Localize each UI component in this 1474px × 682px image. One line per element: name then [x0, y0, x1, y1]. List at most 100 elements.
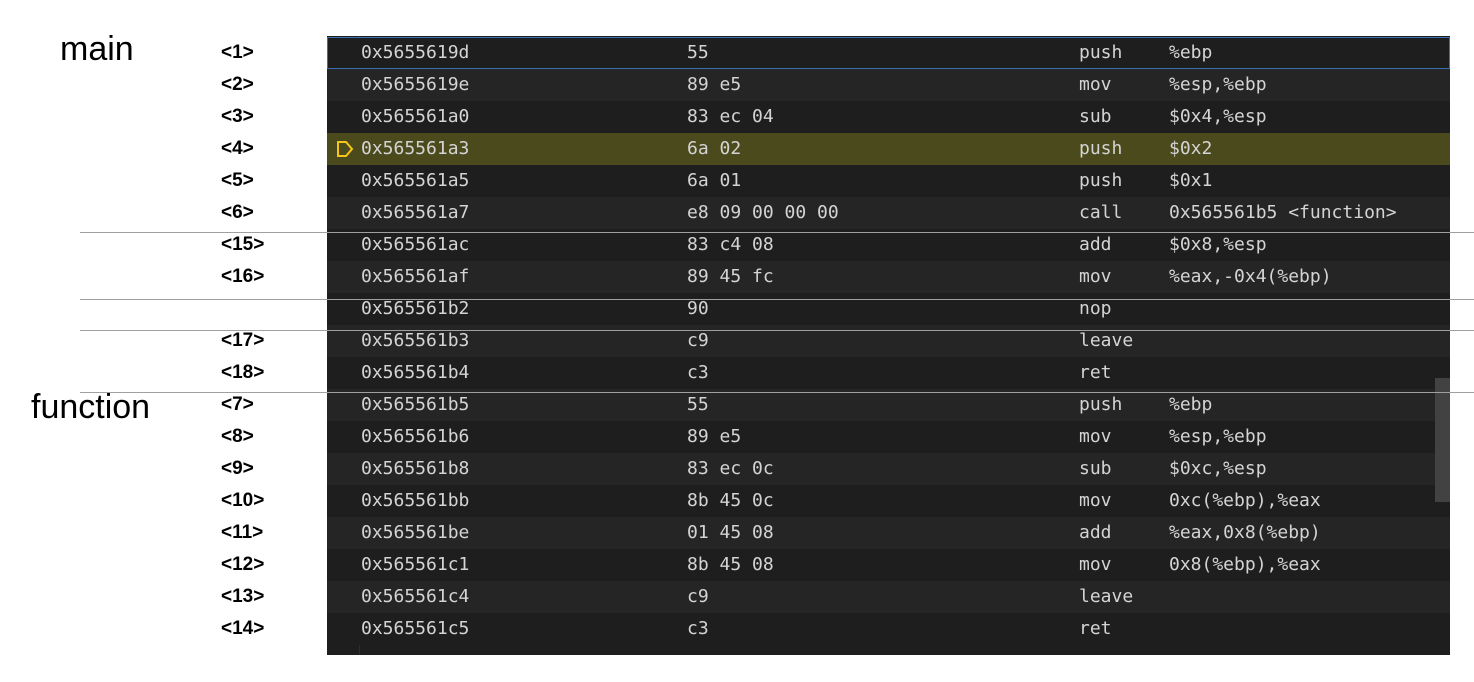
step-label: <7>	[221, 394, 254, 415]
disasm-row[interactable]: 0x565561af 89 45 fc mov %eax,-0x4(%ebp)	[327, 261, 1450, 293]
disasm-row[interactable]: 0x565561ac 83 c4 08 add $0x8,%esp	[327, 229, 1450, 261]
breakpoint-gutter[interactable]	[327, 69, 359, 101]
disasm-row[interactable]: 0x565561a5 6a 01 push $0x1	[327, 165, 1450, 197]
address-cell: 0x565561a7	[361, 202, 470, 223]
bytes-cell: c9	[687, 586, 709, 607]
opcode-cell: sub	[1079, 106, 1112, 127]
disasm-row-current[interactable]: 0x565561a3 6a 02 push $0x2	[327, 133, 1450, 165]
opcode-cell: call	[1079, 202, 1123, 223]
breakpoint-gutter[interactable]	[327, 453, 359, 485]
bytes-cell: 89 45 fc	[687, 266, 774, 287]
breakpoint-gutter[interactable]	[327, 133, 359, 165]
step-label: <12>	[221, 554, 265, 575]
bytes-cell: 8b 45 08	[687, 554, 774, 575]
group-separator	[80, 392, 1474, 393]
breakpoint-gutter[interactable]	[327, 421, 359, 453]
disasm-row[interactable]: 0x565561c1 8b 45 08 mov 0x8(%ebp),%eax	[327, 549, 1450, 581]
bytes-cell: c3	[687, 618, 709, 639]
disasm-row[interactable]: 0x565561a0 83 ec 04 sub $0x4,%esp	[327, 101, 1450, 133]
breakpoint-gutter[interactable]	[327, 197, 359, 229]
disasm-row[interactable]: 0x565561b2 90 nop	[327, 293, 1450, 325]
disasm-row[interactable]: 0x565561b4 c3 ret	[327, 357, 1450, 389]
disasm-row[interactable]: 0x565561be 01 45 08 add %eax,0x8(%ebp)	[327, 517, 1450, 549]
address-cell: 0x565561ac	[361, 234, 470, 255]
scrollbar-thumb[interactable]	[1435, 378, 1450, 502]
breakpoint-gutter[interactable]	[327, 517, 359, 549]
group-separator	[80, 330, 1474, 331]
address-cell: 0x565561c4	[361, 586, 470, 607]
disassembly-view[interactable]: 0x5655619d 55 push %ebp 0x5655619e 89 e5 mov %e…	[327, 36, 1450, 655]
step-label: <11>	[221, 522, 264, 543]
operands-cell: $0x8,%esp	[1169, 234, 1267, 255]
breakpoint-gutter[interactable]	[327, 357, 359, 389]
opcode-cell: nop	[1079, 298, 1112, 319]
address-cell: 0x565561b6	[361, 426, 470, 447]
breakpoint-gutter[interactable]	[327, 485, 359, 517]
opcode-cell: push	[1079, 394, 1123, 415]
address-cell: 0x565561be	[361, 522, 470, 543]
operands-cell: %eax,-0x4(%ebp)	[1169, 266, 1332, 287]
bytes-cell: 55	[687, 42, 709, 63]
disasm-row[interactable]: 0x565561bb 8b 45 0c mov 0xc(%ebp),%eax	[327, 485, 1450, 517]
step-label: <13>	[221, 586, 265, 607]
address-cell: 0x5655619e	[361, 74, 470, 95]
operands-cell: $0x1	[1169, 170, 1213, 191]
step-label: <3>	[221, 106, 254, 127]
disasm-row[interactable]: 0x5655619d 55 push %ebp	[327, 37, 1450, 69]
opcode-cell: mov	[1079, 266, 1112, 287]
breakpoint-gutter[interactable]	[327, 581, 359, 613]
bytes-cell: e8 09 00 00 00	[687, 202, 839, 223]
step-label	[221, 293, 321, 325]
breakpoint-gutter[interactable]	[327, 229, 359, 261]
operands-cell: %ebp	[1169, 394, 1213, 415]
disasm-row[interactable]: 0x565561b5 55 push %ebp	[327, 389, 1450, 421]
breakpoint-gutter[interactable]	[327, 389, 359, 421]
section-label-function: function	[31, 388, 151, 426]
disasm-row[interactable]: 0x565561b6 89 e5 mov %esp,%ebp	[327, 421, 1450, 453]
step-label: <1>	[221, 42, 254, 63]
disasm-row[interactable]: 0x5655619e 89 e5 mov %esp,%ebp	[327, 69, 1450, 101]
address-cell: 0x565561b2	[361, 298, 470, 319]
operands-cell: %esp,%ebp	[1169, 74, 1267, 95]
disasm-row[interactable]: 0x565561c4 c9 leave	[327, 581, 1450, 613]
bytes-cell: 90	[687, 298, 709, 319]
breakpoint-gutter[interactable]	[327, 37, 359, 69]
breakpoint-gutter[interactable]	[327, 101, 359, 133]
group-separator	[80, 299, 1474, 300]
opcode-cell: leave	[1079, 586, 1134, 607]
step-label: <6>	[221, 202, 254, 223]
opcode-cell: mov	[1079, 554, 1112, 575]
address-cell: 0x565561b8	[361, 458, 470, 479]
disasm-row[interactable]: 0x565561a7 e8 09 00 00 00 call 0x565561b5 <…	[327, 197, 1450, 229]
bytes-cell: 89 e5	[687, 426, 742, 447]
opcode-cell: sub	[1079, 458, 1112, 479]
breakpoint-gutter[interactable]	[327, 261, 359, 293]
step-label: <16>	[221, 266, 265, 287]
bytes-cell: 83 ec 0c	[687, 458, 774, 479]
operands-cell: %eax,0x8(%ebp)	[1169, 522, 1321, 543]
group-separator	[80, 232, 1474, 233]
disasm-row[interactable]: 0x565561c5 c3 ret	[327, 613, 1450, 645]
operands-cell: %esp,%ebp	[1169, 426, 1267, 447]
address-cell: 0x565561a3	[361, 138, 470, 159]
opcode-cell: push	[1079, 138, 1123, 159]
breakpoint-gutter[interactable]	[327, 165, 359, 197]
operands-cell: $0x2	[1169, 138, 1213, 159]
bytes-cell: 83 c4 08	[687, 234, 774, 255]
opcode-cell: push	[1079, 170, 1123, 191]
breakpoint-gutter[interactable]	[327, 549, 359, 581]
step-label: <14>	[221, 618, 265, 639]
address-cell: 0x565561a0	[361, 106, 470, 127]
operands-cell: 0x565561b5 <function>	[1169, 202, 1397, 223]
step-label: <5>	[221, 170, 254, 191]
opcode-cell: mov	[1079, 74, 1112, 95]
breakpoint-gutter[interactable]	[327, 613, 359, 645]
operands-cell: $0xc,%esp	[1169, 458, 1267, 479]
opcode-cell: ret	[1079, 362, 1112, 383]
bytes-cell: 01 45 08	[687, 522, 774, 543]
bytes-cell: 89 e5	[687, 74, 742, 95]
bytes-cell: 83 ec 04	[687, 106, 774, 127]
disasm-row[interactable]: 0x565561b8 83 ec 0c sub $0xc,%esp	[327, 453, 1450, 485]
bytes-cell: c3	[687, 362, 709, 383]
breakpoint-gutter[interactable]	[327, 293, 359, 325]
